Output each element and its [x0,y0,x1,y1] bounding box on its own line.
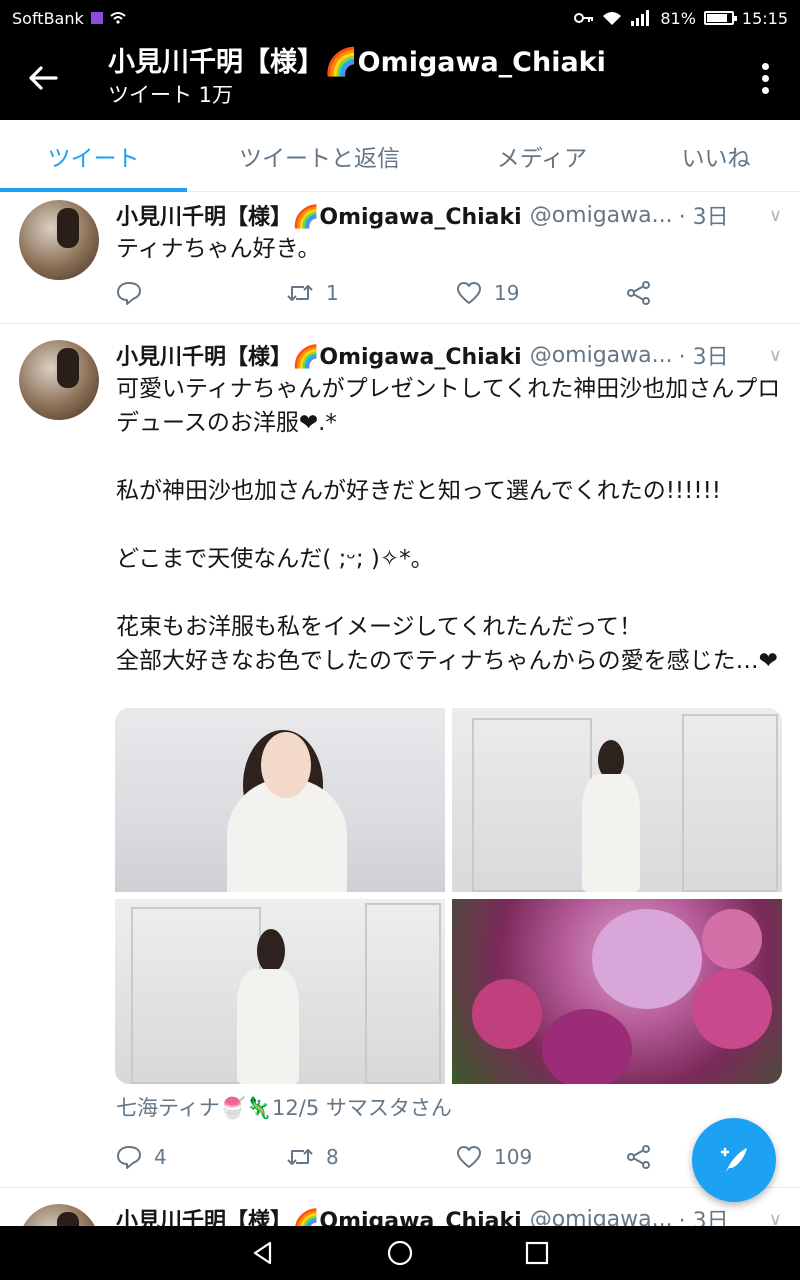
display-name: 小見川千明【様】🌈Omigawa_Chiaki [116,205,522,230]
share-button[interactable] [626,1145,652,1169]
avatar[interactable] [19,200,99,280]
like-count: 19 [494,281,520,305]
wifi-small-icon [110,12,126,24]
handle: @omigawa... [529,342,673,368]
chevron-down-icon[interactable]: ∨ [769,345,782,366]
retweet-icon [287,1149,313,1165]
sim-icon [90,12,103,24]
nav-back-icon[interactable] [250,1240,276,1266]
media-photo[interactable] [452,708,782,892]
timestamp: · 3日 [678,1209,729,1226]
carrier-label: SoftBank [12,8,84,28]
signal-icon [631,10,650,26]
app-bar: 小見川千明【様】🌈Omigawa_Chiaki ツイート 1万 [0,36,800,120]
timestamp: · 3日 [678,345,729,370]
chevron-down-icon[interactable]: ∨ [769,205,782,226]
back-button[interactable] [0,36,86,120]
more-vertical-icon [761,62,769,70]
heart-icon [457,1146,481,1168]
system-nav-bar [0,1226,800,1280]
battery-icon [703,11,737,25]
nav-recents-icon[interactable] [524,1240,550,1266]
avatar[interactable] [19,340,99,420]
chevron-down-icon[interactable]: ∨ [769,1209,782,1227]
reply-icon [117,282,141,305]
timestamp: · 3日 [678,205,729,230]
more-dot [761,86,769,94]
media-photo[interactable] [115,899,445,1084]
retweet-count: 8 [326,1145,339,1169]
display-name: 小見川千明【様】🌈Omigawa_Chiaki [116,1209,522,1226]
retweet-button[interactable]: 8 [286,1145,456,1169]
compose-tweet-button[interactable] [692,1118,776,1202]
reply-icon [117,1146,141,1169]
like-button[interactable]: 19 [456,281,626,305]
tweet-count: ツイート 1万 [108,83,234,107]
heart-icon [457,282,481,304]
tweet-media-grid [115,708,782,1084]
reply-button[interactable]: 4 [116,1145,286,1169]
reply-button[interactable] [116,281,286,305]
status-bar: SoftBank 81% 15:15 [0,0,800,36]
display-name: 小見川千明【様】🌈Omigawa_Chiaki [116,345,522,370]
handle: @omigawa... [529,1206,673,1227]
like-button[interactable]: 109 [456,1145,626,1169]
tab-media[interactable]: メディア [452,120,632,191]
key-icon [574,13,594,23]
reply-count: 4 [154,1145,167,1169]
tab-tweets[interactable]: ツイート [0,120,187,192]
tab-tweets-and-replies[interactable]: ツイートと返信 [187,120,452,191]
media-photo[interactable] [115,708,445,892]
media-photo[interactable] [452,899,782,1084]
tab-likes[interactable]: いいね [632,120,800,191]
compose-tweet-icon [720,1147,747,1172]
profile-title: 小見川千明【様】🌈Omigawa_Chiaki [108,47,606,78]
clock: 15:15 [741,8,788,28]
wifi-icon [603,12,622,25]
share-icon [627,1145,650,1169]
media-caption[interactable]: 七海ティナ🍧🦎12/5 サマスタさん [116,1092,452,1122]
profile-tabs: ツイート ツイートと返信 メディア いいね [0,120,800,192]
avatar[interactable] [19,1204,99,1226]
tweet-text: ティナちゃん好き。 [116,236,321,262]
arrow-left-icon [29,66,58,90]
handle: @omigawa... [529,202,673,228]
retweet-count: 1 [326,281,339,305]
retweet-icon [287,285,313,301]
like-count: 109 [494,1145,533,1169]
tweet-item[interactable]: 小見川千明【様】🌈Omigawa_Chiaki @omigawa... · 3日… [0,192,800,324]
battery-percent: 81% [660,8,696,28]
share-button[interactable] [626,281,652,305]
retweet-button[interactable]: 1 [286,281,456,305]
tweet-text: 可愛いティナちゃんがプレゼントしてくれた神田沙也加さんプロデュースのお洋服❤.*… [116,376,781,674]
tweet-item[interactable]: 小見川千明【様】🌈Omigawa_Chiaki @omigawa... · 3日… [0,1188,800,1226]
more-dot [761,74,769,82]
share-icon [627,281,650,305]
nav-home-icon[interactable] [386,1239,414,1267]
more-options-button[interactable] [730,36,800,120]
